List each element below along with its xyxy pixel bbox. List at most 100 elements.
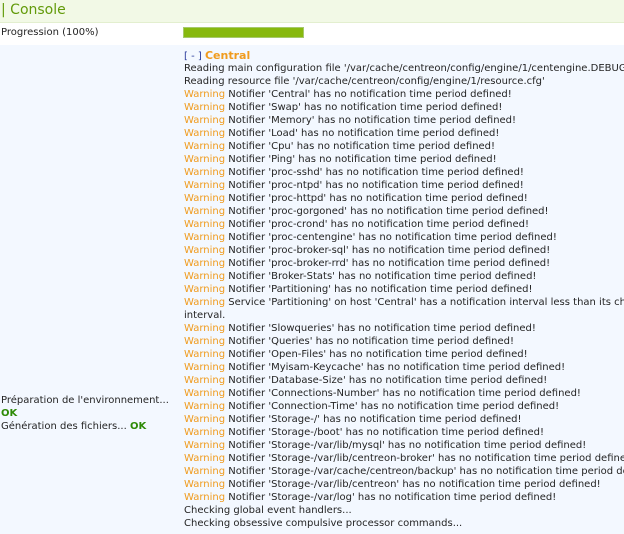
warning-level: Warning — [184, 245, 226, 256]
warning-level: Warning — [184, 336, 226, 347]
warning-level: Warning — [184, 492, 226, 503]
console-line-text: Notifier 'Open-Files' has no notificatio… — [225, 349, 528, 360]
console-line: Warning Notifier 'proc-gorgoned' has no … — [184, 205, 624, 218]
gen-status-label: Génération des fichiers... — [1, 421, 127, 432]
warning-level: Warning — [184, 440, 226, 451]
warning-level: Warning — [184, 180, 226, 191]
gen-status: Génération des fichiers... OK — [1, 420, 176, 433]
console-line: Warning Notifier 'Storage-/var/cache/cen… — [184, 465, 624, 478]
warning-level: Warning — [184, 89, 226, 100]
warning-level: Warning — [184, 479, 226, 490]
warning-level: Warning — [184, 167, 226, 178]
warning-level: Warning — [184, 102, 226, 113]
prep-status-label: Préparation de l'environnement... — [1, 395, 169, 406]
console-line: Warning Notifier 'Connection-Time' has n… — [184, 400, 624, 413]
progress-label: Progression (100%) — [1, 27, 99, 38]
console-line-text: Notifier 'Connections-Number' has no not… — [225, 388, 581, 399]
console-line: Warning Notifier 'Database-Size' has no … — [184, 374, 624, 387]
console-line: Warning Notifier 'Memory' has no notific… — [184, 114, 624, 127]
warning-level: Warning — [184, 375, 226, 386]
console-line: Warning Notifier 'Storage-/var/log' has … — [184, 491, 624, 504]
console-line: Warning Notifier 'Load' has no notificat… — [184, 127, 624, 140]
console-line-text: Notifier 'Partitioning' has no notificat… — [225, 284, 533, 295]
console-line-text: Notifier 'proc-crond' has no notificatio… — [225, 219, 530, 230]
warning-level: Warning — [184, 232, 226, 243]
collapse-toggle-button[interactable]: [ - ] — [184, 51, 202, 62]
console-line: Warning Notifier 'proc-crond' has no not… — [184, 218, 624, 231]
console-line-text: Notifier 'proc-sshd' has no notification… — [225, 167, 524, 178]
console-line-text: Notifier 'Storage-/var/lib/centreon' has… — [225, 479, 601, 490]
warning-level: Warning — [184, 258, 226, 269]
console-line: Warning Notifier 'Myisam-Keycache' has n… — [184, 361, 624, 374]
console-line: Warning Notifier 'proc-sshd' has no noti… — [184, 166, 624, 179]
console-line-text: Service 'Partitioning' on host 'Central'… — [225, 297, 624, 308]
console-line-text: Notifier 'Ping' has no notification time… — [225, 154, 497, 165]
console-line-text: Notifier 'proc-httpd' has no notificatio… — [225, 193, 528, 204]
progress-row: Progression (100%) — [0, 24, 624, 43]
console-line: Warning Notifier 'Swap' has no notificat… — [184, 101, 624, 114]
console-line-text: Checking global event handlers... — [184, 505, 352, 516]
console-section-header: [ - ] Central — [184, 49, 624, 62]
console-line: Checking obsessive compulsive processor … — [184, 517, 624, 530]
progress-bar — [183, 27, 304, 38]
console-line-text: Notifier 'Memory' has no notification ti… — [225, 115, 517, 126]
console-line: Warning Notifier 'Connections-Number' ha… — [184, 387, 624, 400]
console-line: Warning Notifier 'Storage-/var/lib/mysql… — [184, 439, 624, 452]
warning-level: Warning — [184, 128, 226, 139]
warning-level: Warning — [184, 115, 226, 126]
page-title: | Console — [1, 2, 66, 18]
warning-level: Warning — [184, 206, 226, 217]
console-line-text: Notifier 'Swap' has no notification time… — [225, 102, 503, 113]
console-line-text: Notifier 'Queries' has no notification t… — [225, 336, 514, 347]
console-line-text: Notifier 'Myisam-Keycache' has no notifi… — [225, 362, 566, 373]
warning-level: Warning — [184, 271, 226, 282]
console-line: Warning Notifier 'proc-httpd' has no not… — [184, 192, 624, 205]
console-line: Warning Notifier 'Broker-Stats' has no n… — [184, 270, 624, 283]
console-line: Warning Notifier 'Storage-/var/lib/centr… — [184, 452, 624, 465]
warning-level: Warning — [184, 219, 226, 230]
console-line-text: Notifier 'proc-ntpd' has no notification… — [225, 180, 524, 191]
console-line: Warning Notifier 'Open-Files' has no not… — [184, 348, 624, 361]
warning-level: Warning — [184, 349, 226, 360]
warning-level: Warning — [184, 284, 226, 295]
gen-status-ok: OK — [129, 421, 147, 432]
console-line: Warning Notifier 'Partitioning' has no n… — [184, 283, 624, 296]
console-line-text: Notifier 'Slowqueries' has no notificati… — [225, 323, 536, 334]
console-line: Reading resource file '/var/cache/centre… — [184, 75, 624, 88]
generation-status: Préparation de l'environnement... OK Gén… — [1, 394, 176, 433]
console-header: | Console — [0, 0, 624, 23]
prep-status-ok: OK — [1, 408, 18, 419]
console-output: [ - ] Central Reading main configuration… — [184, 49, 624, 530]
console-line: Warning Notifier 'Slowqueries' has no no… — [184, 322, 624, 335]
prep-status: Préparation de l'environnement... OK — [1, 394, 176, 420]
console-line-text: Notifier 'Storage-/var/cache/centreon/ba… — [225, 466, 624, 477]
console-line-text: Notifier 'Cpu' has no notification time … — [225, 141, 496, 152]
console-line-text: Notifier 'Broker-Stats' has no notificat… — [225, 271, 537, 282]
warning-level: Warning — [184, 466, 226, 477]
console-line-text: Notifier 'Connection-Time' has no notifi… — [225, 401, 560, 412]
console-line: Reading main configuration file '/var/ca… — [184, 62, 624, 75]
console-line: Warning Notifier 'proc-ntpd' has no noti… — [184, 179, 624, 192]
console-line: Warning Notifier 'proc-broker-sql' has n… — [184, 244, 624, 257]
console-line-text: Notifier 'Storage-/var/lib/centreon-brok… — [225, 453, 624, 464]
console-line: Warning Service 'Partitioning' on host '… — [184, 296, 624, 309]
warning-level: Warning — [184, 388, 226, 399]
console-line: Checking global event handlers... — [184, 504, 624, 517]
console-line: Warning Notifier 'Queries' has no notifi… — [184, 335, 624, 348]
console-line-text: interval. — [184, 310, 226, 321]
console-line-text: Notifier 'Storage-/var/lib/mysql' has no… — [225, 440, 587, 451]
console-line-text: Notifier 'proc-gorgoned' has no notifica… — [225, 206, 549, 217]
console-main-row: Préparation de l'environnement... OK Gén… — [0, 45, 624, 534]
console-line-text: Notifier 'Storage-/' has no notification… — [225, 414, 522, 425]
console-line-text: Notifier 'proc-centengine' has no notifi… — [225, 232, 557, 243]
console-line-text: Notifier 'proc-broker-sql' has no notifi… — [225, 245, 551, 256]
warning-level: Warning — [184, 141, 226, 152]
warning-level: Warning — [184, 453, 226, 464]
console-line-text: Notifier 'Database-Size' has no notifica… — [225, 375, 548, 386]
warning-level: Warning — [184, 414, 226, 425]
console-line: Warning Notifier 'Cpu' has no notificati… — [184, 140, 624, 153]
console-line: interval. — [184, 309, 624, 322]
warning-level: Warning — [184, 297, 226, 308]
console-line-text: Notifier 'Load' has no notification time… — [225, 128, 500, 139]
console-line: Warning Notifier 'proc-broker-rrd' has n… — [184, 257, 624, 270]
